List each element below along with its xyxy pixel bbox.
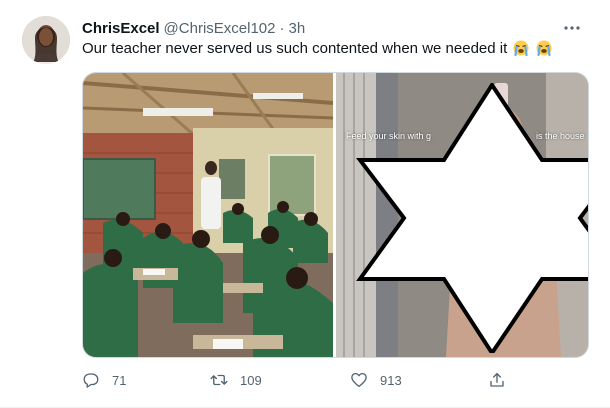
tweet-text: Our teacher never served us such content… <box>82 39 592 59</box>
timestamp[interactable]: 3h <box>288 20 305 37</box>
separator-dot: · <box>279 19 285 37</box>
reply-icon <box>83 373 99 388</box>
tweet-card[interactable]: ChrisExcel @ChrisExcel102 · 3h Our teach… <box>0 0 610 408</box>
share-icon <box>490 372 504 387</box>
retweet-icon <box>210 374 228 386</box>
display-name[interactable]: ChrisExcel <box>82 20 160 37</box>
heart-icon <box>351 372 367 388</box>
share-button[interactable] <box>488 370 518 390</box>
retweet-count: 109 <box>240 372 262 388</box>
more-options-icon[interactable] <box>560 16 584 40</box>
tweet-media[interactable]: Feed your skin with g is the house <box>82 72 589 358</box>
reply-button[interactable]: 71 <box>82 370 126 390</box>
user-handle[interactable]: @ChrisExcel102 <box>164 20 276 37</box>
censor-star-icon <box>355 83 588 353</box>
avatar[interactable] <box>22 16 70 64</box>
reply-count: 71 <box>112 372 127 388</box>
tweet-header: ChrisExcel @ChrisExcel102 · 3h <box>82 18 590 38</box>
like-count: 913 <box>380 372 402 388</box>
loudly-crying-face-icon <box>536 40 552 57</box>
like-button[interactable]: 913 <box>350 370 402 390</box>
tweet-body: Our teacher never served us such content… <box>82 40 508 57</box>
loudly-crying-face-icon <box>513 40 529 57</box>
classroom-photo[interactable] <box>83 73 333 357</box>
action-bar: 71 109 913 <box>82 370 512 390</box>
censored-photo[interactable]: Feed your skin with g is the house <box>336 73 588 357</box>
retweet-button[interactable]: 109 <box>210 370 262 390</box>
